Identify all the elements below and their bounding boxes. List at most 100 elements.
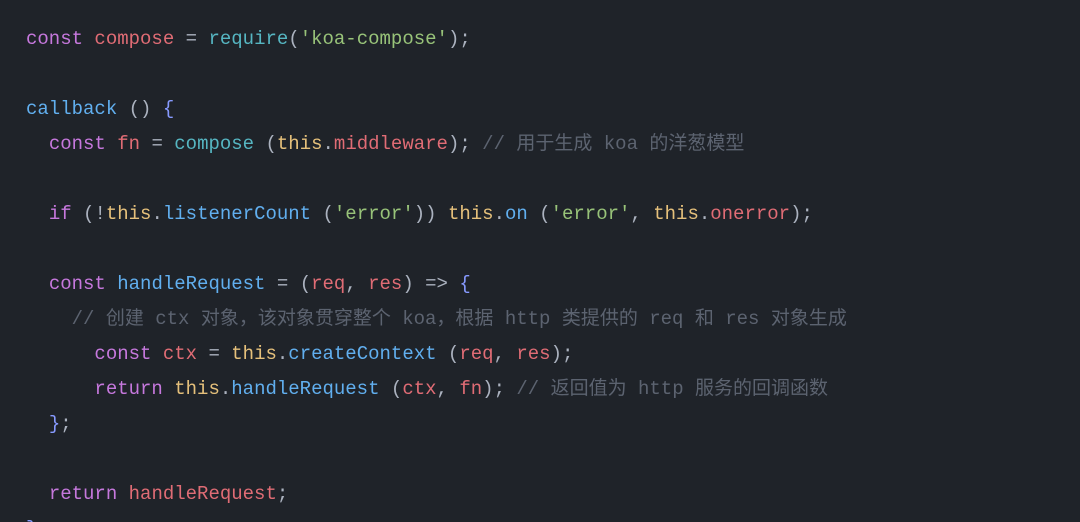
- space: [106, 273, 117, 295]
- fn-handleRequest: handleRequest: [231, 378, 379, 400]
- semicolon: ;: [459, 28, 470, 50]
- paren-open: (: [528, 203, 551, 225]
- string-koa-compose: 'koa-compose': [300, 28, 448, 50]
- space: [163, 378, 174, 400]
- indent: [26, 483, 49, 505]
- paren-open: (: [437, 343, 460, 365]
- paren-open: (: [380, 378, 403, 400]
- paren-open: (: [254, 133, 277, 155]
- keyword-this: this: [231, 343, 277, 365]
- space: [83, 28, 94, 50]
- prop-onerror: onerror: [710, 203, 790, 225]
- keyword-return: return: [94, 378, 162, 400]
- param-res: res: [368, 273, 402, 295]
- indent: [26, 378, 94, 400]
- semicolon: ;: [459, 133, 470, 155]
- semicolon: ;: [562, 343, 573, 365]
- keyword-return: return: [49, 483, 117, 505]
- fn-createContext: createContext: [288, 343, 436, 365]
- brace-close: }: [49, 413, 60, 435]
- keyword-this: this: [653, 203, 699, 225]
- comment-line1: // 用于生成 koa 的洋葱模型: [482, 133, 744, 155]
- comma: ,: [630, 203, 653, 225]
- identifier-compose: compose: [94, 28, 174, 50]
- arg-ctx: ctx: [402, 378, 436, 400]
- arg-fn: fn: [459, 378, 482, 400]
- indent: [26, 308, 72, 330]
- paren-open: (: [311, 203, 334, 225]
- dot: .: [494, 203, 505, 225]
- comma: ,: [437, 378, 460, 400]
- semicolon: ;: [494, 378, 505, 400]
- identifier-ctx: ctx: [163, 343, 197, 365]
- paren-close: ): [790, 203, 801, 225]
- dot: .: [699, 203, 710, 225]
- space: [151, 98, 162, 120]
- comment-line3: // 返回值为 http 服务的回调函数: [516, 378, 828, 400]
- identifier-handleRequest: handleRequest: [129, 483, 277, 505]
- paren-open: (: [117, 98, 140, 120]
- string-error: 'error': [334, 203, 414, 225]
- space: [117, 483, 128, 505]
- brace-close: }: [26, 518, 37, 522]
- keyword-this: this: [448, 203, 494, 225]
- space: [106, 133, 117, 155]
- paren-close: ): [448, 133, 459, 155]
- keyword-const: const: [49, 133, 106, 155]
- keyword-const: const: [26, 28, 83, 50]
- indent: [26, 343, 94, 365]
- paren-close: ): [482, 378, 493, 400]
- arg-res: res: [516, 343, 550, 365]
- keyword-const: const: [94, 343, 151, 365]
- paren-close: ): [425, 203, 436, 225]
- op-eq: =: [140, 133, 174, 155]
- paren-close: ): [448, 28, 459, 50]
- keyword-const: const: [49, 273, 106, 295]
- dot: .: [220, 378, 231, 400]
- param-req: req: [311, 273, 345, 295]
- paren-open: (: [288, 28, 299, 50]
- space: [437, 203, 448, 225]
- op-eq: =: [265, 273, 299, 295]
- op-eq: =: [197, 343, 231, 365]
- fn-on: on: [505, 203, 528, 225]
- indent: [26, 203, 49, 225]
- keyword-this: this: [106, 203, 152, 225]
- identifier-handleRequest: handleRequest: [117, 273, 265, 295]
- comment-line2: // 创建 ctx 对象，该对象贯穿整个 koa，根据 http 类提供的 re…: [72, 308, 847, 330]
- fn-require: require: [208, 28, 288, 50]
- comma: ,: [345, 273, 368, 295]
- space: [505, 378, 516, 400]
- arrow: =>: [414, 273, 460, 295]
- keyword-if: if: [49, 203, 72, 225]
- dot: .: [323, 133, 334, 155]
- paren-close: ): [140, 98, 151, 120]
- paren-close: ): [402, 273, 413, 295]
- brace-open: {: [459, 273, 470, 295]
- arg-req: req: [459, 343, 493, 365]
- space: [151, 343, 162, 365]
- identifier-fn: fn: [117, 133, 140, 155]
- op-not: !: [94, 203, 105, 225]
- semicolon: ;: [60, 413, 71, 435]
- keyword-this: this: [174, 378, 220, 400]
- fn-listenerCount: listenerCount: [163, 203, 311, 225]
- code-block: const compose = require('koa-compose'); …: [0, 0, 1080, 522]
- string-error: 'error': [551, 203, 631, 225]
- identifier-callback: callback: [26, 98, 117, 120]
- paren-open: (: [72, 203, 95, 225]
- space: [471, 133, 482, 155]
- comma: ,: [494, 343, 517, 365]
- paren-close: ): [414, 203, 425, 225]
- dot: .: [277, 343, 288, 365]
- semicolon: ;: [801, 203, 812, 225]
- indent: [26, 273, 49, 295]
- paren-close: ): [551, 343, 562, 365]
- semicolon: ;: [277, 483, 288, 505]
- indent: [26, 133, 49, 155]
- fn-compose: compose: [174, 133, 254, 155]
- op-eq: =: [174, 28, 208, 50]
- brace-open: {: [163, 98, 174, 120]
- paren-open: (: [300, 273, 311, 295]
- indent: [26, 413, 49, 435]
